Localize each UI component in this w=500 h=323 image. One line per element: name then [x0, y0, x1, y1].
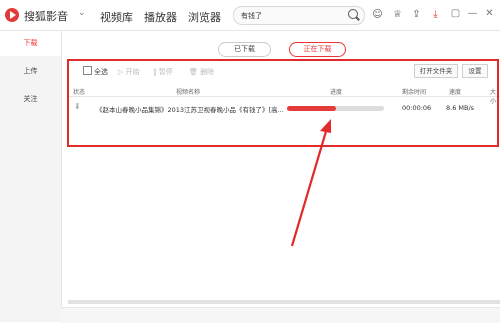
annotation-arrow	[290, 119, 331, 247]
horizontal-scrollbar[interactable]	[68, 300, 500, 304]
status-footer	[61, 307, 500, 323]
